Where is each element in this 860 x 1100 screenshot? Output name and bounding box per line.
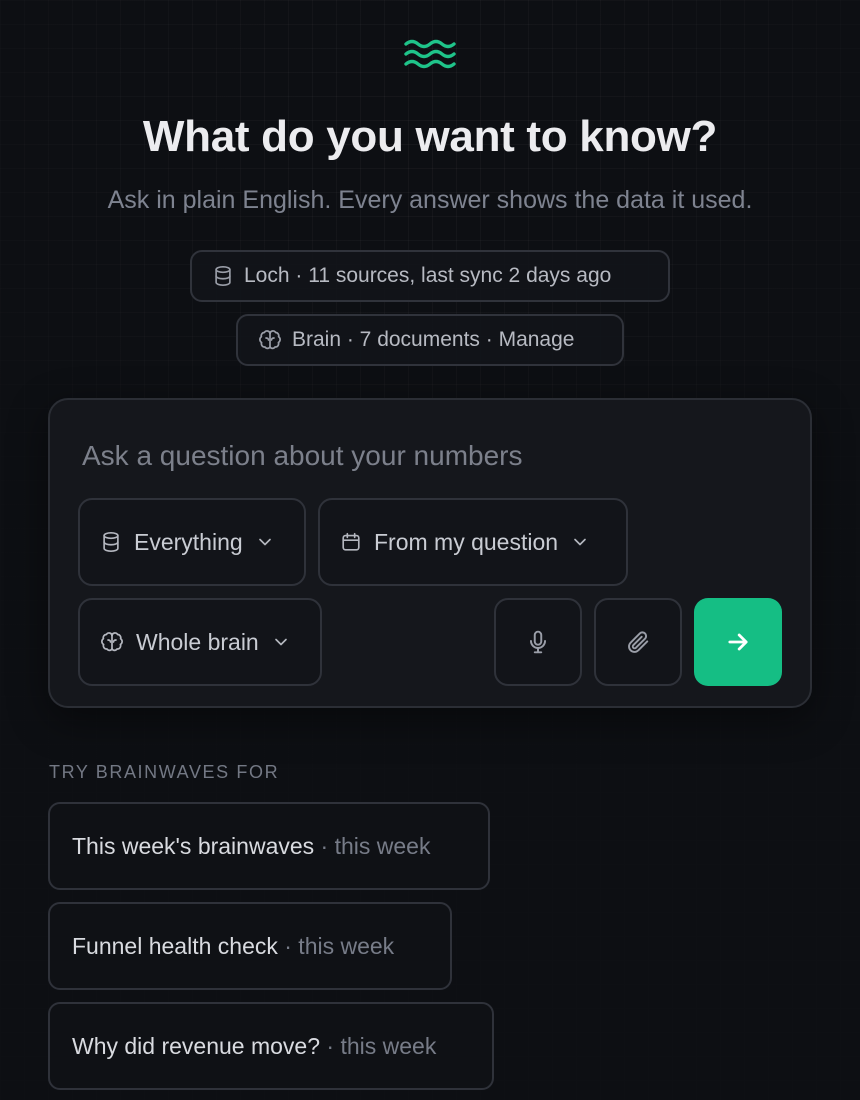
arrow-right-icon — [728, 633, 748, 651]
brain-status-label: Brain · 7 documents · Manage — [292, 328, 575, 351]
loch-status-pill[interactable]: Loch · 11 sources, last sync 2 days ago — [190, 250, 670, 302]
send-button[interactable] — [694, 598, 782, 686]
attach-button[interactable] — [594, 598, 682, 686]
page-title: What do you want to know? — [142, 112, 718, 161]
waves-icon — [404, 39, 456, 69]
microphone-button[interactable] — [494, 598, 582, 686]
page-subtitle: Ask in plain English. Every answer shows… — [107, 186, 753, 214]
date-range-select[interactable]: From my question — [318, 498, 628, 586]
question-input[interactable] — [82, 436, 772, 476]
suggestion-title: Funnel health check — [72, 932, 278, 959]
suggestion-title: This week's brainwaves — [72, 832, 315, 859]
brain-scope-select-value: Whole brain — [136, 628, 259, 655]
question-composer: Everything From my question Whole brain — [48, 398, 812, 708]
brain-icon — [259, 330, 281, 350]
suggestion-title: Why did revenue move? — [72, 1032, 321, 1059]
date-range-select-value: From my question — [374, 528, 559, 555]
suggestion-meta: · this week — [314, 832, 431, 859]
suggestions-heading: TRY BRAINWAVES FOR — [49, 762, 280, 782]
database-icon — [103, 532, 119, 552]
brain-icon — [101, 632, 123, 652]
suggestion-item[interactable]: Why did revenue move? · this week — [48, 1002, 494, 1090]
database-icon — [215, 266, 231, 286]
waves-logo — [403, 36, 457, 72]
suggestion-meta: · this week — [320, 1032, 437, 1059]
chevron-down-icon — [574, 538, 586, 546]
scope-select-value: Everything — [134, 528, 243, 555]
microphone-icon — [529, 630, 547, 654]
scope-select[interactable]: Everything — [78, 498, 306, 586]
loch-status-label: Loch · 11 sources, last sync 2 days ago — [244, 264, 612, 287]
paperclip-icon — [628, 631, 649, 653]
chevron-down-icon — [258, 538, 271, 546]
suggestion-item[interactable]: This week's brainwaves · this week — [48, 802, 490, 890]
calendar-icon — [342, 532, 360, 551]
suggestion-meta: · this week — [277, 932, 395, 959]
chevron-down-icon — [274, 638, 287, 646]
brain-status-pill[interactable]: Brain · 7 documents · Manage — [236, 314, 624, 366]
suggestion-item[interactable]: Funnel health check · this week — [48, 902, 452, 990]
brain-scope-select[interactable]: Whole brain — [78, 598, 322, 686]
